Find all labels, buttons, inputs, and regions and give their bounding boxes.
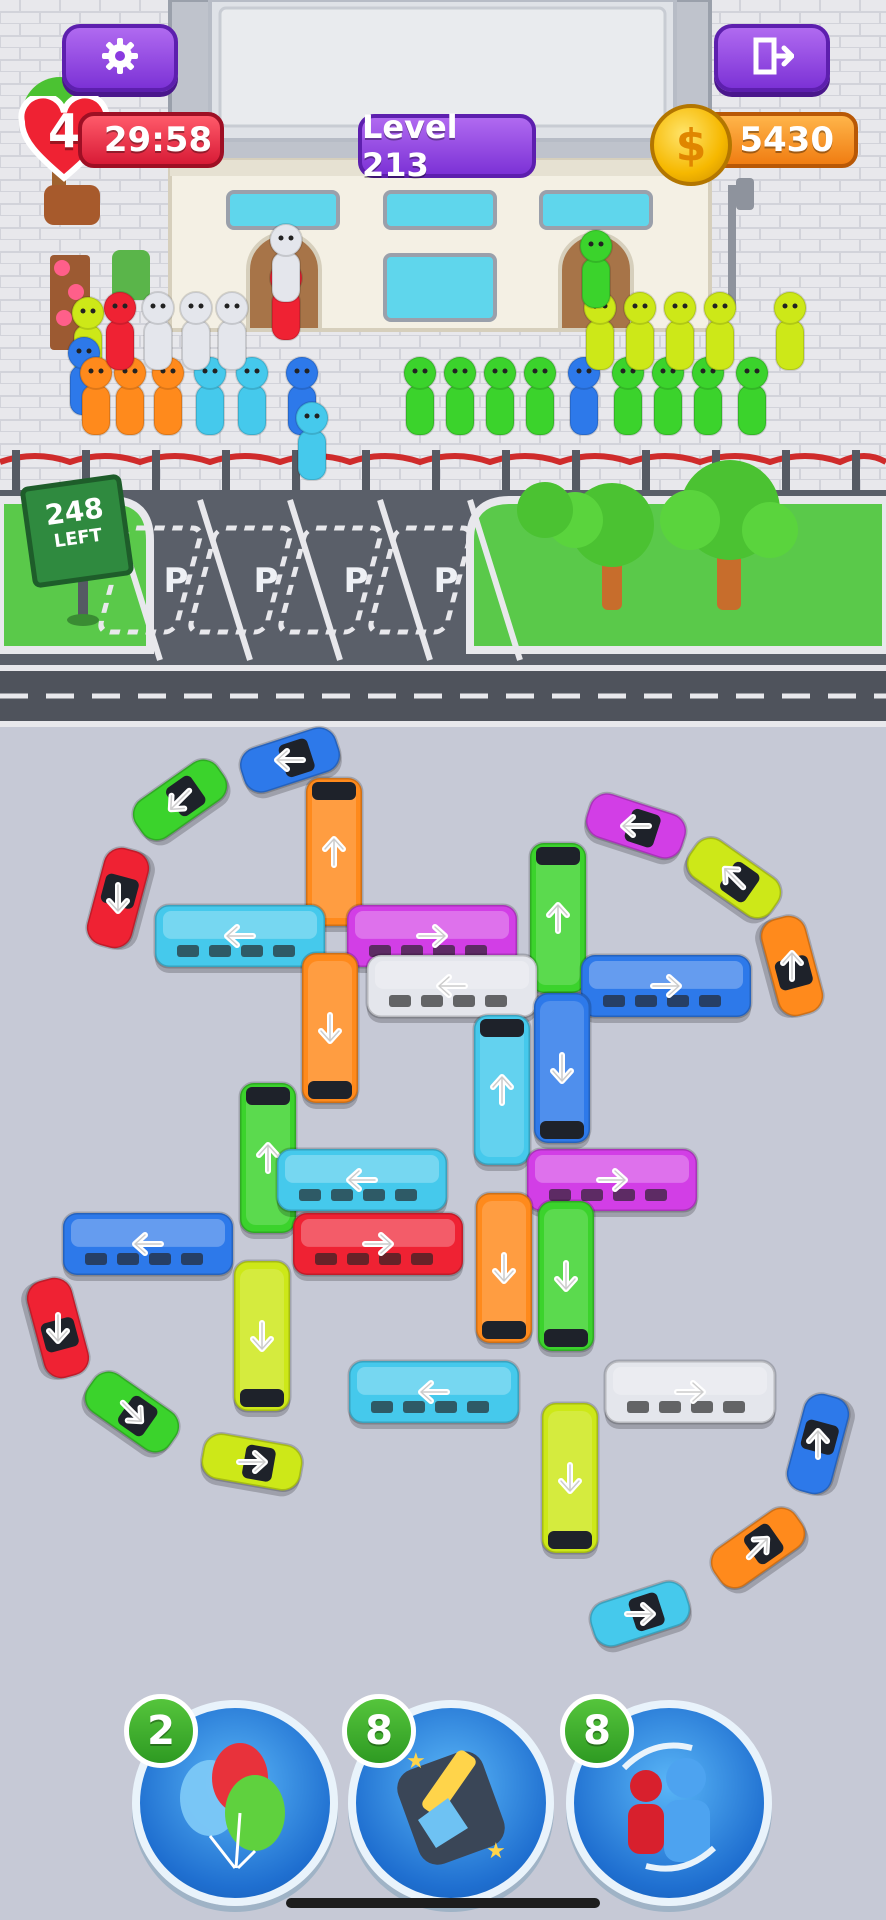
bus[interactable] <box>275 1147 449 1217</box>
parking-slot-p4: P <box>434 561 459 601</box>
car[interactable] <box>585 1577 696 1657</box>
svg-text:★: ★ <box>486 1838 506 1863</box>
passenger <box>269 223 303 303</box>
timer: 29:58 <box>78 112 224 168</box>
bus[interactable] <box>347 1359 521 1429</box>
bus[interactable] <box>300 951 360 1109</box>
passenger <box>773 291 807 371</box>
bus[interactable] <box>474 1191 534 1349</box>
bus[interactable] <box>472 1013 532 1171</box>
remaining-sign: 248 LEFT <box>19 473 135 589</box>
passenger <box>403 356 437 436</box>
parking-slot-p3: P <box>344 561 369 601</box>
passenger <box>103 291 137 371</box>
car[interactable] <box>751 912 827 1022</box>
level-label: Level 213 <box>358 108 536 184</box>
home-indicator <box>286 1898 600 1908</box>
passenger <box>579 229 613 309</box>
bus[interactable] <box>232 1259 292 1417</box>
car[interactable] <box>126 752 238 852</box>
car[interactable] <box>704 1500 816 1600</box>
parking-slot-p1: P <box>164 561 189 601</box>
parking-slot-p2: P <box>254 561 279 601</box>
passenger <box>443 356 477 436</box>
passenger <box>703 291 737 371</box>
gear-icon <box>100 36 140 81</box>
game-scene: P P P P <box>0 0 886 1657</box>
car[interactable] <box>198 1431 306 1500</box>
coin-symbol: $ <box>675 119 707 171</box>
settings-button[interactable] <box>62 24 178 92</box>
car[interactable] <box>783 1390 859 1500</box>
car[interactable] <box>579 789 690 869</box>
exit-button[interactable] <box>714 24 830 92</box>
passenger <box>79 356 113 436</box>
bus[interactable] <box>61 1211 235 1281</box>
bus[interactable] <box>579 953 753 1023</box>
balloons-count-badge: 2 <box>124 1694 198 1768</box>
bus[interactable] <box>153 903 327 973</box>
passenger <box>735 356 769 436</box>
bus[interactable] <box>532 991 592 1149</box>
passenger <box>215 291 249 371</box>
car[interactable] <box>74 1364 186 1464</box>
passenger <box>179 291 213 371</box>
passenger <box>295 401 329 481</box>
swap-count-badge: 8 <box>560 1694 634 1768</box>
bus[interactable] <box>603 1359 777 1429</box>
exit-door-icon <box>750 36 795 81</box>
car[interactable] <box>676 830 788 930</box>
sweep-count-badge: 8 <box>342 1694 416 1768</box>
bus[interactable] <box>365 953 539 1023</box>
traffic-board <box>17 725 859 1657</box>
bus[interactable] <box>536 1199 596 1357</box>
car[interactable] <box>83 844 159 954</box>
passenger <box>141 291 175 371</box>
car[interactable] <box>17 1274 93 1384</box>
passenger <box>663 291 697 371</box>
passenger <box>623 291 657 371</box>
bus[interactable] <box>540 1401 600 1559</box>
passenger <box>483 356 517 436</box>
coin-icon: $ <box>650 104 732 186</box>
bus[interactable] <box>291 1211 465 1281</box>
passenger <box>523 356 557 436</box>
